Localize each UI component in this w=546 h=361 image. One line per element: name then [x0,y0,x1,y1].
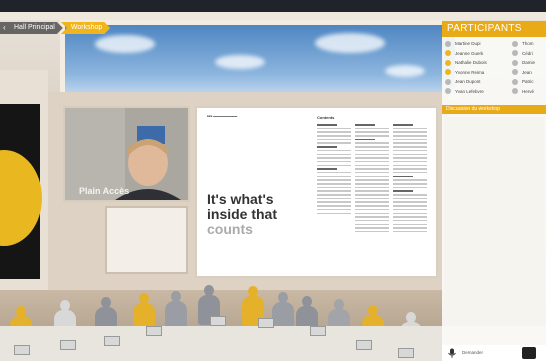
laptop [356,340,372,350]
participants-panel: PARTICIPANTS Martine Dupi Jeanne Guerk N… [442,21,546,361]
participant-item[interactable]: Jeanne Guerk [445,49,487,59]
breadcrumb: ‹ Hall Principal Workshop [0,21,110,35]
participant-item[interactable]: Cédri [512,49,535,59]
status-dot-icon [445,69,451,76]
avatar[interactable] [165,291,187,331]
presentation-screen[interactable]: ■■■ ▬▬▬▬▬▬▬▬ It's what's inside that cou… [195,106,438,278]
participant-item[interactable]: Martine Dupi [445,39,487,49]
laptop [398,348,414,358]
ceiling-skylight [60,20,460,100]
back-arrow-icon: ‹ [3,23,6,32]
participant-item[interactable]: Hervé [512,87,535,97]
status-dot-icon [445,59,451,66]
status-dot-icon [445,50,451,57]
video-label: Plain Accès [79,186,130,196]
participant-item[interactable]: Yvan Lefebvre [445,87,487,97]
contents-column [355,124,389,235]
ceiling-beam [0,12,546,20]
contents-column [393,124,427,235]
status-dot-icon [512,69,518,76]
participant-item[interactable]: Jean Dupont [445,77,487,87]
status-dot-icon [512,50,518,57]
participant-item[interactable]: Patric [512,77,535,87]
microphone-icon[interactable] [447,348,459,358]
slide-header-mark: ■■■ ▬▬▬▬▬▬▬▬ [207,114,238,118]
status-dot-icon [512,59,518,66]
status-dot-icon [512,40,518,47]
participant-item[interactable]: Thom [512,39,535,49]
contents-column [317,124,351,216]
participants-title: PARTICIPANTS [442,21,546,37]
laptop [14,345,30,355]
participant-item[interactable]: Nathalie Dubois [445,58,487,68]
participant-item[interactable]: Damie [512,58,535,68]
status-dot-icon [512,88,518,95]
top-strip [0,0,546,12]
discussion-tab[interactable]: Discussion du workshop [442,105,546,114]
participant-item[interactable]: Jean [512,68,535,78]
laptop [146,326,162,336]
breadcrumb-workshop[interactable]: Workshop [61,22,110,34]
status-dot-icon [445,40,451,47]
laptop [210,316,226,326]
bottom-action-bar: Demander [442,345,546,361]
breadcrumb-hall-principal[interactable]: ‹ Hall Principal [0,22,63,34]
slide-contents-title: Contents [317,115,335,120]
status-dot-icon [512,78,518,85]
whiteboard [105,206,188,274]
discussion-area[interactable] [444,117,544,317]
participants-list-left: Martine Dupi Jeanne Guerk Nathalie Duboi… [445,39,487,96]
participants-list-right: Thom Cédri Damie Jean Patric Hervé [512,39,535,96]
request-speak-label[interactable]: Demander [462,350,483,355]
laptop [104,336,120,346]
status-dot-icon [445,88,451,95]
presenter-video[interactable]: Plain Accès [63,106,190,202]
laptop [310,326,326,336]
status-dot-icon [445,78,451,85]
slide-headline: It's what's inside that counts [207,191,278,237]
laptop [60,340,76,350]
laptop [258,318,274,328]
participant-item[interactable]: Yvonne Reima [445,68,487,78]
action-button[interactable] [522,347,536,359]
